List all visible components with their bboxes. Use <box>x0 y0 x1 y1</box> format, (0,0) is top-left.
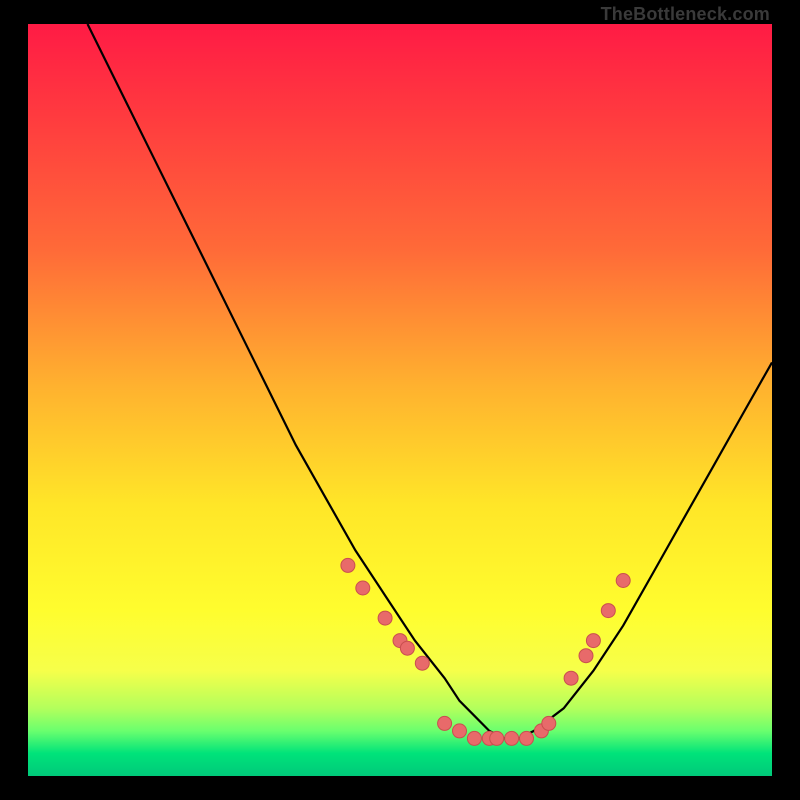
data-marker <box>505 731 519 745</box>
data-marker <box>601 604 615 618</box>
data-marker <box>356 581 370 595</box>
marker-layer <box>341 558 630 745</box>
bottleneck-curve <box>88 24 773 738</box>
data-marker <box>415 656 429 670</box>
data-marker <box>378 611 392 625</box>
data-marker <box>542 716 556 730</box>
data-marker <box>490 731 504 745</box>
data-marker <box>400 641 414 655</box>
data-marker <box>467 731 481 745</box>
data-marker <box>586 634 600 648</box>
chart-frame: TheBottleneck.com <box>0 0 800 800</box>
curve-layer <box>28 24 772 776</box>
data-marker <box>564 671 578 685</box>
data-marker <box>579 649 593 663</box>
data-marker <box>341 558 355 572</box>
attribution-text: TheBottleneck.com <box>601 4 770 25</box>
data-marker <box>616 574 630 588</box>
data-marker <box>520 731 534 745</box>
plot-area <box>28 24 772 776</box>
data-marker <box>453 724 467 738</box>
data-marker <box>438 716 452 730</box>
